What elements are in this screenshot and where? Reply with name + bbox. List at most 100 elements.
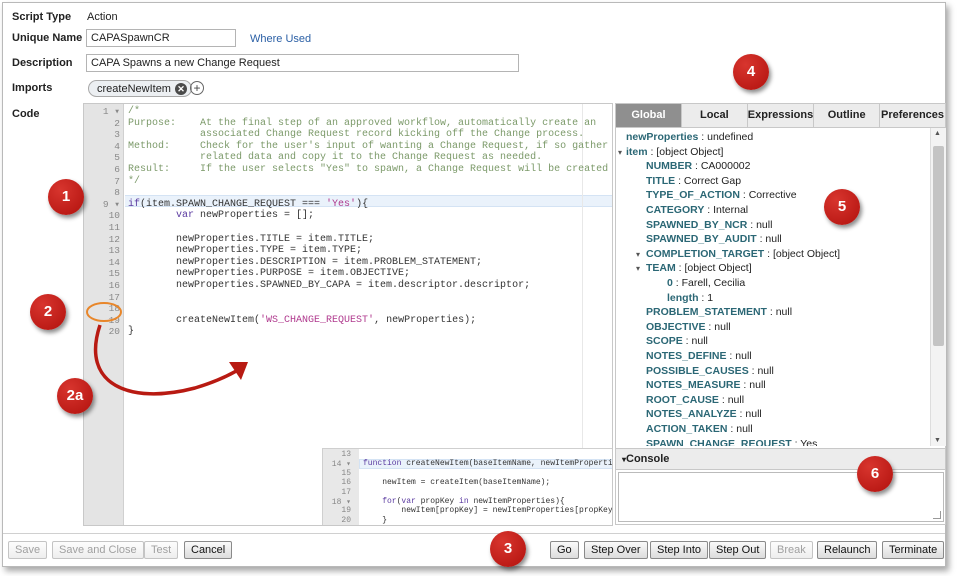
line-number[interactable]: 5	[84, 152, 120, 163]
resize-grip-icon[interactable]	[933, 511, 941, 519]
unique-name-label: Unique Name	[12, 32, 83, 44]
tree-node[interactable]: NOTES_ANALYZE : null	[646, 408, 762, 420]
line-number[interactable]: 3	[84, 129, 120, 140]
preview-line-number: 21	[323, 525, 351, 526]
tree-node[interactable]: item : [object Object]	[626, 146, 723, 158]
tree-node-value: : null	[705, 320, 731, 333]
tree-node[interactable]: NOTES_DEFINE : null	[646, 350, 752, 362]
save-button[interactable]: Save	[8, 541, 48, 559]
scroll-up-icon[interactable]: ▲	[934, 130, 941, 137]
go-button[interactable]: Go	[550, 541, 579, 559]
preview-code-line: newItem = createItem(baseItemName);	[363, 478, 551, 488]
tree-node-value: : null	[682, 335, 708, 348]
callout-1: 1	[48, 179, 84, 215]
tree-node-key: NUMBER	[646, 160, 693, 173]
tree-node[interactable]: SCOPE : null	[646, 335, 708, 347]
tree-node[interactable]: NUMBER : CA000002	[646, 160, 750, 172]
tab-outline[interactable]: Outline	[814, 104, 881, 127]
tree-node-value: : null	[740, 379, 766, 392]
preview-line-number: 17	[341, 487, 351, 497]
tree-node[interactable]: ROOT_CAUSE : null	[646, 394, 744, 406]
save-and-close-button[interactable]: Save and Close	[52, 541, 144, 559]
line-number[interactable]: 12	[84, 234, 120, 245]
unique-name-input[interactable]: CAPASpawnCR	[86, 29, 236, 47]
tree-node[interactable]: COMPLETION_TARGET : [object Object]	[646, 248, 840, 260]
step-into-button[interactable]: Step Into	[650, 541, 709, 559]
break-button[interactable]: Break	[770, 541, 813, 559]
line-number[interactable]: 2	[84, 118, 120, 129]
line-number[interactable]: 15	[84, 268, 120, 279]
tab-local[interactable]: Local	[682, 104, 748, 127]
tree-node-value: : Correct Gap	[675, 174, 742, 187]
expand-toggle-icon[interactable]: ▾	[618, 148, 622, 157]
code-editor[interactable]: 1 ▾ 2 3 4 5 6 7 8 9 ▾ 10 11 12 13 14 15 16…	[83, 103, 613, 526]
line-number-gutter: 1 ▾ 2 3 4 5 6 7 8 9 ▾ 10 11 12 13 14 15 16…	[84, 104, 124, 525]
tree-node[interactable]: newProperties : undefined	[626, 131, 753, 143]
preview-line-number: 20	[341, 515, 351, 525]
expand-toggle-icon[interactable]: ▾	[636, 250, 640, 259]
line-number[interactable]: 10	[84, 210, 120, 221]
line-number[interactable]: 7	[84, 176, 120, 187]
line-number[interactable]: 6	[84, 164, 120, 175]
line-number[interactable]: 16	[84, 280, 120, 291]
tab-expressions[interactable]: Expressions	[748, 104, 815, 127]
script-type-label: Script Type	[12, 11, 72, 23]
code-line: if(item.SPAWN_CHANGE_REQUEST === 'Yes'){	[128, 198, 369, 210]
code-line: var newProperties = [];	[176, 210, 315, 222]
remove-import-icon[interactable]: ✕	[174, 83, 187, 95]
step-over-button[interactable]: Step Over	[584, 541, 648, 559]
tree-node[interactable]: SPAWN_CHANGE_REQUEST : Yes	[646, 438, 817, 446]
where-used-link[interactable]: Where Used	[250, 33, 311, 45]
variable-tree: newProperties : undefined item : [object …	[616, 128, 930, 446]
imported-function-preview: 13 14 ▾15 16 17 18 ▾19 20 21 22 23 funct…	[322, 448, 612, 526]
tree-node[interactable]: length : 1	[667, 292, 713, 304]
line-number[interactable]: 14	[84, 257, 120, 268]
line-number[interactable]: 8	[84, 187, 120, 198]
add-import-icon[interactable]: +	[190, 81, 204, 95]
description-input[interactable]: CAPA Spawns a new Change Request	[86, 54, 519, 72]
tree-node[interactable]: TEAM : [object Object]	[646, 262, 752, 274]
tree-node[interactable]: SPAWNED_BY_NCR : null	[646, 219, 772, 231]
tree-node[interactable]: NOTES_MEASURE : null	[646, 379, 766, 391]
cancel-button[interactable]: Cancel	[184, 541, 233, 559]
line-number[interactable]: 11	[84, 222, 120, 233]
line-number[interactable]: 4	[84, 141, 120, 152]
line-number[interactable]: 19	[84, 315, 120, 326]
line-number[interactable]: 17	[84, 292, 120, 303]
description-label: Description	[12, 57, 73, 69]
tab-preferences[interactable]: Preferences	[880, 104, 945, 127]
step-out-button[interactable]: Step Out	[709, 541, 767, 559]
relaunch-button[interactable]: Relaunch	[817, 541, 878, 559]
tree-node[interactable]: POSSIBLE_CAUSES : null	[646, 365, 774, 377]
variable-tree-scrollbar[interactable]: ▲ ▼	[930, 128, 946, 446]
tree-node[interactable]: TYPE_OF_ACTION : Corrective	[646, 189, 797, 201]
tree-node[interactable]: TITLE : Correct Gap	[646, 175, 741, 187]
tree-node[interactable]: ACTION_TAKEN : null	[646, 423, 753, 435]
line-number[interactable]: 18	[84, 303, 120, 314]
console-header[interactable]: ▾Console	[616, 448, 945, 470]
callout-3: 3	[490, 531, 526, 567]
line-number[interactable]: 13	[84, 245, 120, 256]
tree-node[interactable]: PROBLEM_STATEMENT : null	[646, 306, 792, 318]
line-number[interactable]: 9 ▾	[84, 199, 120, 210]
line-number[interactable]: 20	[84, 326, 120, 337]
tree-node[interactable]: CATEGORY : Internal	[646, 204, 748, 216]
tree-node-value: : null	[727, 423, 753, 435]
tree-node[interactable]: 0 : Farell, Cecilia	[667, 277, 745, 289]
scroll-down-icon[interactable]: ▼	[934, 437, 941, 444]
tree-node-key: SPAWNED_BY_NCR	[646, 218, 748, 231]
expand-toggle-icon[interactable]: ▾	[636, 264, 640, 273]
tree-node[interactable]: SPAWNED_BY_AUDIT : null	[646, 233, 782, 245]
code-line: newProperties.TITLE = item.TITLE;	[128, 233, 375, 245]
tab-global[interactable]: Global	[616, 104, 682, 127]
tree-node-key: CATEGORY	[646, 204, 705, 216]
import-chip[interactable]: createNewItem ✕	[88, 80, 192, 97]
test-button[interactable]: Test	[144, 541, 179, 559]
code-line: Result: If the user selects "Yes" to spa…	[128, 164, 609, 175]
scrollbar-thumb[interactable]	[933, 146, 944, 346]
terminate-button[interactable]: Terminate	[882, 541, 945, 559]
tree-node[interactable]: OBJECTIVE : null	[646, 321, 731, 333]
tree-node-value: : Farell, Cecilia	[672, 277, 746, 289]
console-output[interactable]	[618, 472, 944, 522]
line-number[interactable]: 1 ▾	[84, 106, 120, 117]
